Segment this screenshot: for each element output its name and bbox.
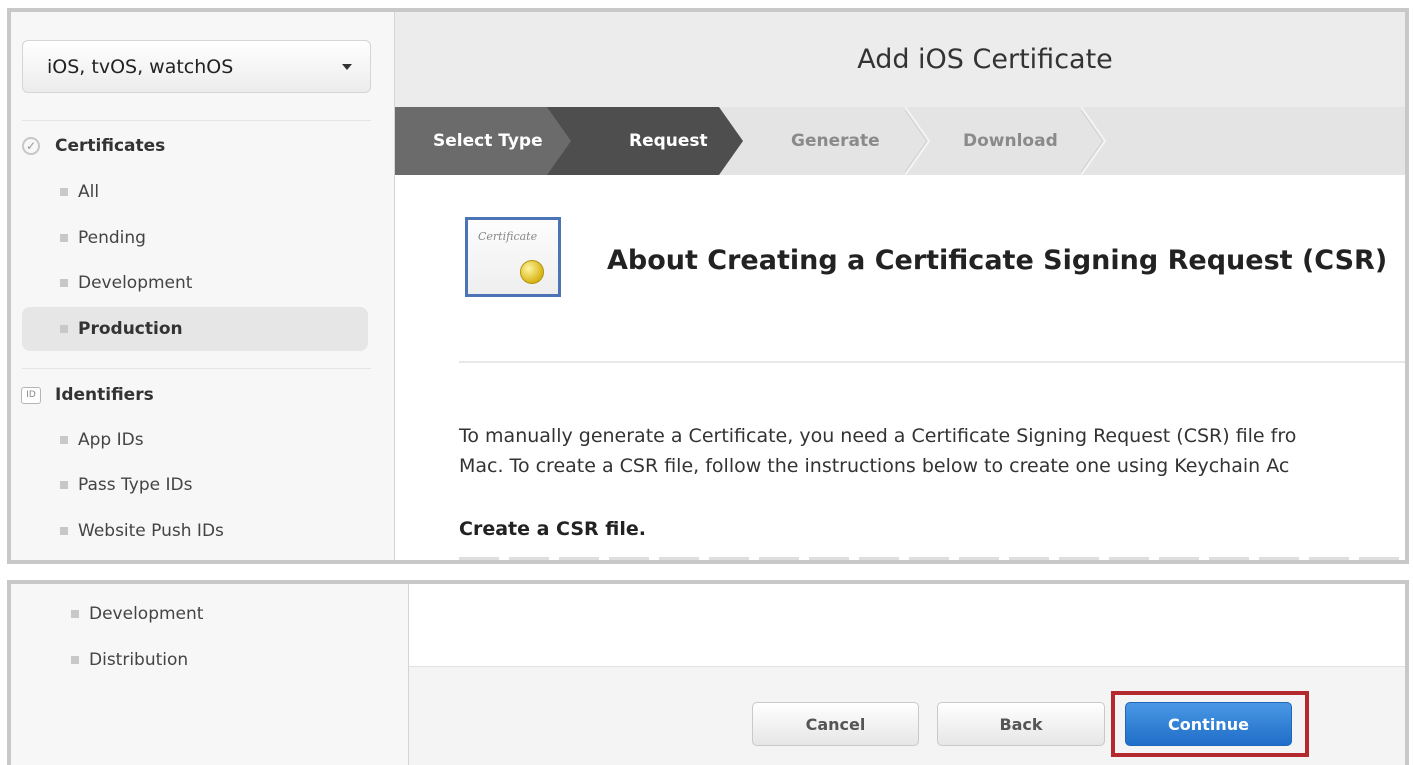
bullet-icon bbox=[60, 188, 68, 196]
step-request: Request bbox=[545, 107, 743, 175]
certificate-image-script: Certificate bbox=[478, 230, 538, 243]
main-lower: Cancel Back Continue bbox=[409, 584, 1405, 765]
platform-select-label: iOS, tvOS, watchOS bbox=[47, 55, 234, 78]
back-button[interactable]: Back bbox=[937, 702, 1105, 746]
bullet-icon bbox=[60, 279, 68, 287]
intro-line: To manually generate a Certificate, you … bbox=[459, 425, 1297, 447]
sidebar-item-website-push-ids[interactable]: Website Push IDs bbox=[22, 509, 368, 553]
about-title: About Creating a Certificate Signing Req… bbox=[607, 245, 1388, 276]
certificate-icon: ✓ bbox=[21, 136, 41, 156]
section-identifiers[interactable]: ID Identifiers bbox=[21, 385, 154, 405]
sidebar-item-label: Pass Type IDs bbox=[78, 475, 193, 495]
footer-bar: Cancel Back Continue bbox=[409, 666, 1405, 765]
page-title: Add iOS Certificate bbox=[857, 44, 1113, 75]
sidebar-item-label: All bbox=[78, 182, 100, 202]
cancel-button[interactable]: Cancel bbox=[752, 702, 919, 746]
sidebar-item-development[interactable]: Development bbox=[22, 261, 368, 305]
bullet-icon bbox=[60, 436, 68, 444]
section-identifiers-label: Identifiers bbox=[55, 385, 154, 405]
step-generate: Generate bbox=[791, 131, 880, 151]
sidebar-item-push-distribution[interactable]: Distribution bbox=[33, 638, 379, 682]
steps-bar: Generate Download Request Select Type bbox=[395, 107, 1405, 175]
sidebar: iOS, tvOS, watchOS ✓ Certificates All Pe… bbox=[11, 12, 395, 560]
bullet-icon bbox=[60, 527, 68, 535]
cut-off-text bbox=[459, 557, 1405, 560]
sidebar-item-label: Pending bbox=[78, 228, 146, 248]
step-select-type: Select Type bbox=[395, 107, 571, 175]
sidebar-item-all[interactable]: All bbox=[22, 170, 368, 214]
content-bottom bbox=[409, 584, 1405, 666]
bullet-icon bbox=[60, 481, 68, 489]
sidebar-item-app-ids[interactable]: App IDs bbox=[22, 418, 368, 462]
bullet-icon bbox=[60, 234, 68, 242]
platform-select[interactable]: iOS, tvOS, watchOS bbox=[22, 40, 371, 93]
sidebar-divider bbox=[22, 120, 371, 121]
step-separator-icon bbox=[1081, 107, 1107, 175]
content-divider bbox=[459, 361, 1405, 363]
csr-heading: Create a CSR file. bbox=[459, 518, 646, 540]
chevron-down-icon bbox=[342, 64, 352, 70]
bottom-panel: Development Distribution Cancel Back Con… bbox=[7, 580, 1409, 765]
id-icon: ID bbox=[21, 385, 41, 405]
bullet-icon bbox=[60, 325, 68, 333]
highlight-box bbox=[1111, 691, 1309, 757]
sidebar-item-push-development[interactable]: Development bbox=[33, 592, 379, 636]
seal-icon bbox=[520, 260, 544, 284]
intro-text: To manually generate a Certificate, you … bbox=[459, 421, 1405, 481]
content: Certificate About Creating a Certificate… bbox=[395, 175, 1405, 560]
sidebar-item-label: App IDs bbox=[78, 430, 144, 450]
sidebar-item-pass-type-ids[interactable]: Pass Type IDs bbox=[22, 463, 368, 507]
top-panel: iOS, tvOS, watchOS ✓ Certificates All Pe… bbox=[7, 8, 1409, 564]
main-area: Add iOS Certificate Generate Download Re… bbox=[395, 12, 1405, 560]
title-bar: Add iOS Certificate bbox=[395, 12, 1405, 107]
sidebar-lower: Development Distribution bbox=[11, 584, 409, 765]
sidebar-item-label: Development bbox=[89, 604, 204, 624]
sidebar-item-label: Development bbox=[78, 273, 193, 293]
section-certificates[interactable]: ✓ Certificates bbox=[21, 136, 165, 156]
section-certificates-label: Certificates bbox=[55, 136, 166, 156]
intro-line: Mac. To create a CSR file, follow the in… bbox=[459, 455, 1290, 477]
sidebar-item-label: Website Push IDs bbox=[78, 521, 224, 541]
certificate-image: Certificate bbox=[465, 217, 561, 297]
bullet-icon bbox=[71, 656, 79, 664]
step-separator-icon bbox=[905, 107, 931, 175]
sidebar-item-production[interactable]: Production bbox=[22, 307, 368, 351]
sidebar-item-label: Production bbox=[78, 319, 183, 339]
sidebar-divider bbox=[22, 368, 371, 369]
sidebar-item-pending[interactable]: Pending bbox=[22, 216, 368, 260]
sidebar-item-label: Distribution bbox=[89, 650, 189, 670]
bullet-icon bbox=[71, 610, 79, 618]
